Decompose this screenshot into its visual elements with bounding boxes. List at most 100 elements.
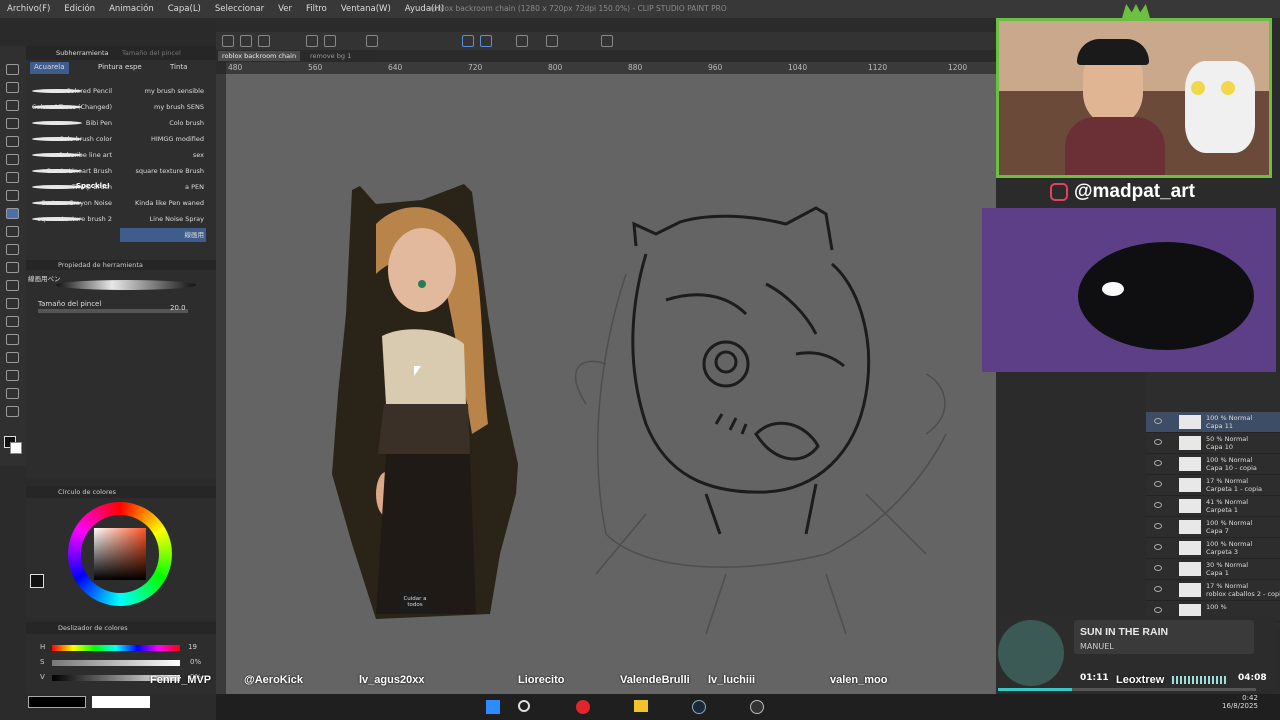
current-color-swatch[interactable] [30, 574, 44, 588]
menu-ver[interactable]: Ver [271, 0, 299, 18]
layer-thumbnail [1179, 436, 1201, 450]
brush-item-right[interactable]: Kinda like Pen waned [120, 196, 206, 210]
menu-seleccionar[interactable]: Seleccionar [208, 0, 271, 18]
fill-tool-icon[interactable] [6, 298, 19, 309]
menu-archivo[interactable]: Archivo(F) [0, 0, 57, 18]
menu-edicion[interactable]: Edición [57, 0, 102, 18]
obs-icon[interactable] [750, 700, 764, 714]
windows-start-icon[interactable] [486, 700, 500, 714]
grid-icon[interactable] [546, 35, 558, 47]
layer-row[interactable]: 50 % Normal Capa 10 [1146, 433, 1280, 454]
layer-row[interactable]: 17 % Normal Carpeta 1 - copia [1146, 475, 1280, 496]
ruler-snap-icon[interactable] [480, 35, 492, 47]
brush-size-slider[interactable] [38, 309, 188, 313]
lasso-tool-icon[interactable] [6, 136, 19, 147]
canvas-artwork [332, 184, 947, 635]
eye-icon[interactable] [1154, 607, 1162, 613]
gradient-tool-icon[interactable] [6, 316, 19, 327]
ruler-tool-icon[interactable] [6, 370, 19, 381]
layer-row[interactable]: 100 % Normal Capa 7 [1146, 517, 1280, 538]
brush-tool-icon[interactable] [6, 208, 19, 219]
balloon-tool-icon[interactable] [6, 406, 19, 417]
doc-tab-active[interactable]: roblox backroom chain [218, 51, 301, 61]
eraser-tool-icon[interactable] [6, 262, 19, 273]
eye-icon[interactable] [1154, 418, 1162, 424]
brushsize-tab[interactable]: Tamaño del pincel [122, 49, 181, 57]
hue-slider[interactable] [52, 645, 180, 651]
canvas[interactable]: Cuidar a todos [226, 74, 996, 694]
new-icon[interactable] [222, 35, 234, 47]
pencil-tool-icon[interactable] [6, 190, 19, 201]
saturation-square[interactable] [94, 528, 146, 580]
brush-size-value[interactable]: 20.0 [170, 304, 186, 312]
saturation-value[interactable]: 0% [190, 658, 201, 666]
redo-icon[interactable] [324, 35, 336, 47]
blend-tool-icon[interactable] [6, 280, 19, 291]
steam-icon[interactable] [692, 700, 706, 714]
eye-icon[interactable] [1154, 460, 1162, 466]
brush-item-right[interactable]: 線画用 [120, 228, 206, 242]
layer-row[interactable]: 100 % Normal Capa 10 - copia [1146, 454, 1280, 475]
main-color-bar[interactable] [28, 696, 86, 708]
brush-item-right[interactable]: sex [120, 148, 206, 162]
snap-icon[interactable] [462, 35, 474, 47]
eye-icon[interactable] [1154, 523, 1162, 529]
brush-item-right[interactable]: Colo brush [120, 116, 206, 130]
cat-avatar-eye-2 [1221, 81, 1235, 95]
brush-item-right[interactable]: HIMGG modified [120, 132, 206, 146]
eye-icon[interactable] [1154, 565, 1162, 571]
text-tool-icon[interactable] [6, 388, 19, 399]
brush-stroke-preview [32, 89, 82, 93]
selection-tool-icon[interactable] [6, 118, 19, 129]
eye-icon[interactable] [1154, 502, 1162, 508]
airbrush-tool-icon[interactable] [6, 226, 19, 237]
subtab-pintura[interactable]: Pintura espe [94, 62, 146, 74]
decoration-tool-icon[interactable] [6, 244, 19, 255]
brush-item-right[interactable]: a PEN [120, 180, 206, 194]
layer-row[interactable]: 17 % Normal roblox caballos 2 - copia [1146, 580, 1280, 601]
tablet-icon[interactable] [601, 35, 613, 47]
track-elapsed: 01:11 [1080, 673, 1109, 683]
open-icon[interactable] [240, 35, 252, 47]
frame-tool-icon[interactable] [6, 352, 19, 363]
layer-row[interactable]: 100 % Normal Carpeta 3 [1146, 538, 1280, 559]
menu-ventana[interactable]: Ventana(W) [334, 0, 398, 18]
layer-row[interactable]: 41 % Normal Carpeta 1 [1146, 496, 1280, 517]
subtool-tab[interactable]: Subherramienta [56, 49, 109, 57]
sleeping-cat [1078, 242, 1254, 350]
brush-item-right[interactable]: Line Noise Spray [120, 212, 206, 226]
eye-icon[interactable] [1154, 439, 1162, 445]
youtube-icon[interactable] [576, 700, 590, 714]
transform-icon[interactable] [516, 35, 528, 47]
brush-item-right[interactable]: my brush sensible [120, 84, 206, 98]
layer-row[interactable]: 30 % Normal Capa 1 [1146, 559, 1280, 580]
figure-tool-icon[interactable] [6, 334, 19, 345]
menu-animacion[interactable]: Animación [102, 0, 161, 18]
undo-icon[interactable] [306, 35, 318, 47]
doc-tab-2[interactable]: remove bg 1 [306, 51, 355, 61]
menu-filtro[interactable]: Filtro [299, 0, 334, 18]
eyedropper-tool-icon[interactable] [6, 154, 19, 165]
layer-thumbnail [1179, 520, 1201, 534]
saturation-slider[interactable] [52, 660, 180, 666]
subtab-tinta[interactable]: Tinta [166, 62, 191, 74]
operation-tool-icon[interactable] [6, 100, 19, 111]
brush-item-right[interactable]: square texture Brush [120, 164, 206, 178]
menu-capa[interactable]: Capa(L) [161, 0, 208, 18]
save-icon[interactable] [258, 35, 270, 47]
eye-icon[interactable] [1154, 544, 1162, 550]
brush-item-right[interactable]: my brush SENS [120, 100, 206, 114]
hue-value[interactable]: 19 [188, 643, 197, 651]
sub-color-swatch[interactable] [10, 442, 22, 454]
sub-color-bar[interactable] [92, 696, 150, 708]
folder-icon[interactable] [634, 700, 648, 712]
layer-row[interactable]: 100 % Normal Capa 11 [1146, 412, 1280, 433]
eye-icon[interactable] [1154, 586, 1162, 592]
pen-tool-icon[interactable] [6, 172, 19, 183]
search-icon[interactable] [518, 700, 530, 712]
move-tool-icon[interactable] [6, 82, 19, 93]
eye-icon[interactable] [1154, 481, 1162, 487]
zoom-tool-icon[interactable] [6, 64, 19, 75]
subtab-acuarela[interactable]: Acuarela [30, 62, 69, 74]
fill-icon[interactable] [366, 35, 378, 47]
